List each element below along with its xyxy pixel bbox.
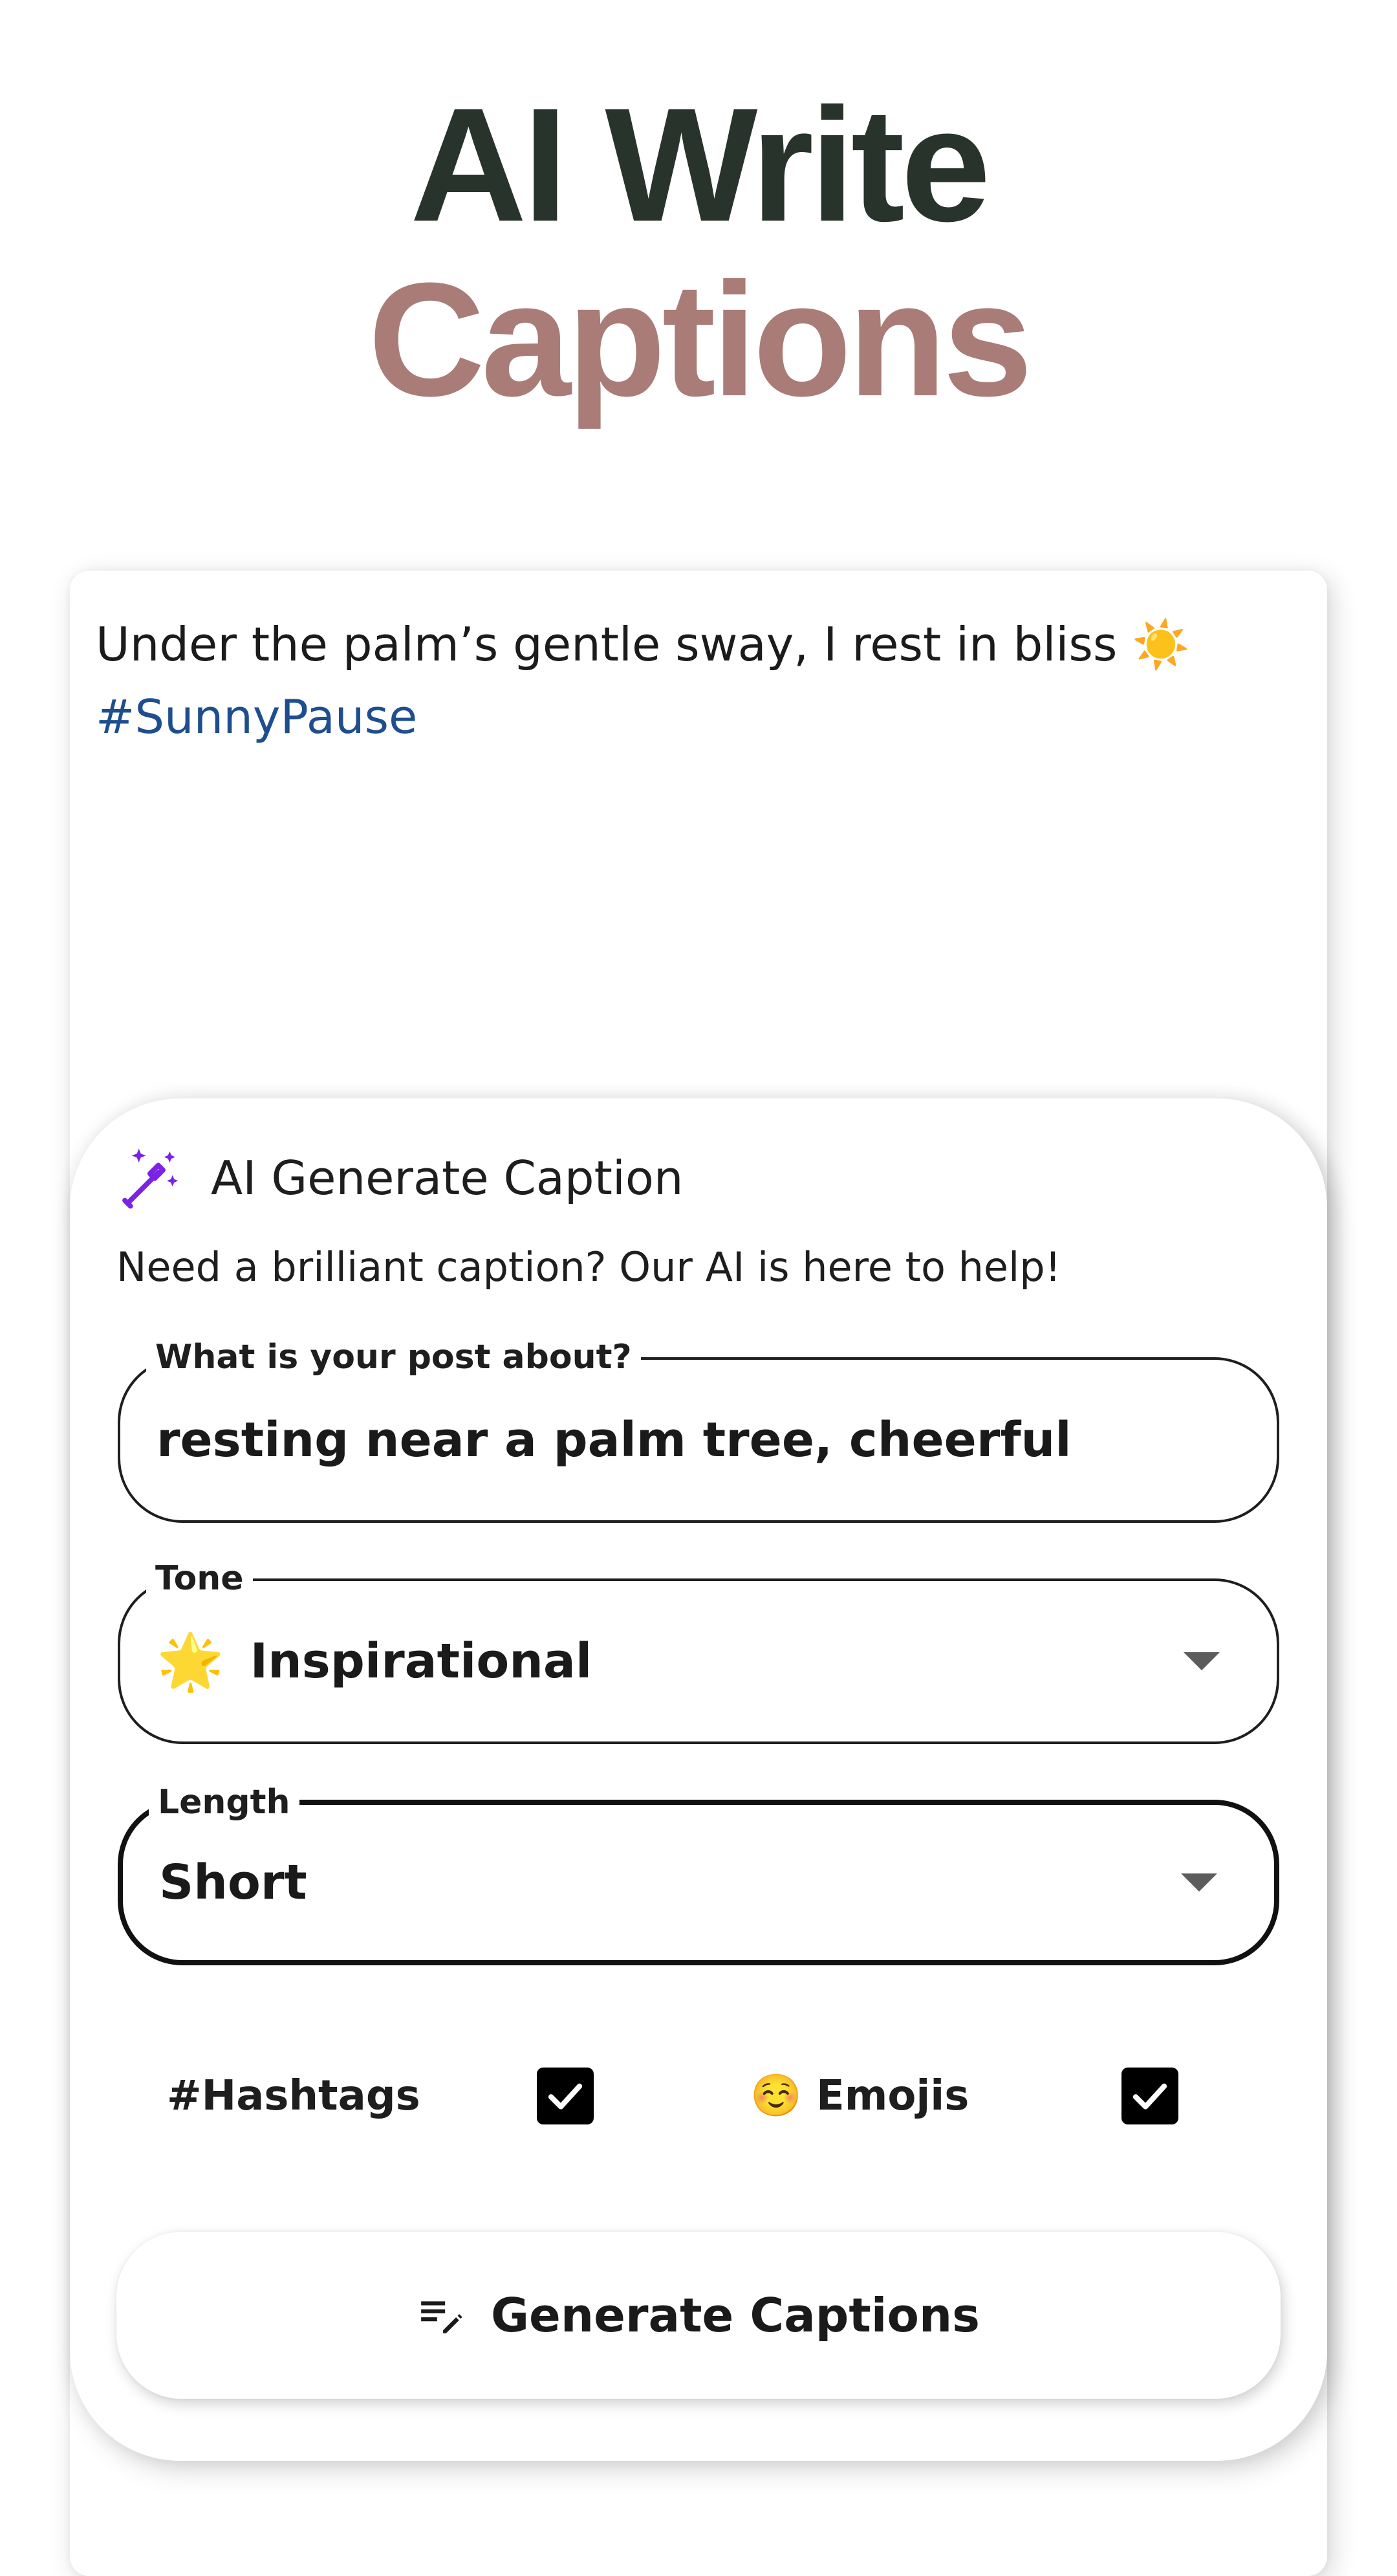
- checkmark-icon: [548, 2083, 583, 2110]
- edit-notes-icon: [421, 2301, 462, 2333]
- dropdown-arrow-icon[interactable]: [1181, 1873, 1217, 1892]
- panel-header: AI Generate Caption: [116, 1142, 684, 1214]
- hashtags-label: #Hashtags: [167, 2072, 420, 2120]
- emojis-option: ☺️ Emojis: [750, 2070, 969, 2122]
- panel-title: AI Generate Caption: [211, 1151, 684, 1205]
- post-topic-input[interactable]: [157, 1412, 1240, 1468]
- smile-emoji-icon: ☺️: [750, 2072, 802, 2120]
- length-label: Length: [149, 1783, 299, 1822]
- caption-text[interactable]: Under the palm’s gentle sway, I rest in …: [96, 608, 1299, 753]
- tone-value: Inspirational: [250, 1633, 592, 1689]
- emojis-label: Emojis: [816, 2072, 969, 2120]
- length-select[interactable]: Length Short: [118, 1783, 1279, 1965]
- title-line-2: Captions: [368, 249, 1032, 430]
- checkmark-icon: [1132, 2083, 1167, 2110]
- magic-wand-icon: [116, 1144, 184, 1212]
- panel-subtitle: Need a brilliant caption? Our AI is here…: [116, 1243, 1061, 1291]
- tone-label: Tone: [146, 1559, 253, 1598]
- generate-captions-button[interactable]: Generate Captions: [116, 2232, 1281, 2399]
- star-emoji-icon: 🌟: [157, 1631, 224, 1692]
- dropdown-arrow-icon[interactable]: [1184, 1652, 1220, 1670]
- page-title: AI Write Captions: [0, 78, 1397, 427]
- emojis-checkbox[interactable]: [1121, 2068, 1178, 2124]
- caption-hashtag[interactable]: #SunnyPause: [96, 690, 417, 744]
- tone-select[interactable]: Tone 🌟 Inspirational: [118, 1559, 1279, 1744]
- post-topic-label: What is your post about?: [146, 1338, 641, 1377]
- title-line-1: AI Write: [410, 74, 991, 255]
- generate-captions-label: Generate Captions: [490, 2288, 980, 2342]
- sun-emoji-icon: ☀️: [1132, 617, 1190, 671]
- length-value: Short: [159, 1855, 307, 1910]
- hashtags-checkbox[interactable]: [537, 2068, 594, 2124]
- post-topic-field[interactable]: What is your post about?: [118, 1338, 1279, 1523]
- caption-body: Under the palm’s gentle sway, I rest in …: [96, 617, 1118, 671]
